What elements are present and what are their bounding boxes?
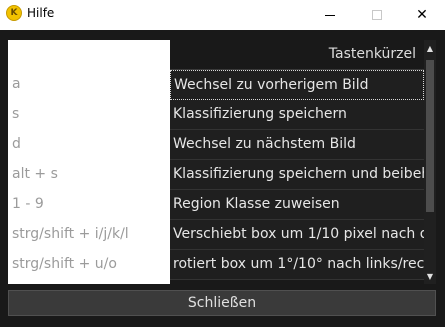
- shortcut-description: Klassifizierung speichern und beibehalte…: [173, 166, 424, 182]
- shortcut-key: alt + s: [12, 166, 58, 182]
- table-row[interactable]: d Wechsel zu nächstem Bild: [8, 130, 424, 160]
- scroll-up-arrow-icon[interactable]: ▲: [424, 40, 436, 56]
- shortcut-description: Klassifizierung speichern: [173, 106, 347, 122]
- table-row[interactable]: s Klassifizierung speichern: [8, 100, 424, 130]
- shortcut-description-cell[interactable]: Wechsel zu vorherigem Bild: [170, 70, 424, 100]
- close-icon: ✕: [416, 7, 428, 23]
- scrollbar-thumb[interactable]: [426, 60, 434, 212]
- close-window-button[interactable]: ✕: [399, 0, 445, 30]
- shortcut-description-cell[interactable]: Verschiebt box um 1/10 pixel nach oben/l…: [170, 220, 424, 250]
- title-bar: K Hilfe ✕: [0, 0, 445, 30]
- table-row[interactable]: 1 - 9 Region Klasse zuweisen: [8, 190, 424, 220]
- scroll-down-arrow-icon[interactable]: ▼: [424, 268, 436, 284]
- shortcut-description-cell[interactable]: Region Klasse zuweisen: [170, 190, 424, 220]
- vertical-scrollbar[interactable]: ▲ ▼: [424, 40, 436, 284]
- shortcut-description: Verschiebt box um 1/10 pixel nach oben/l…: [173, 226, 424, 242]
- table-row[interactable]: a Wechsel zu vorherigem Bild: [8, 70, 424, 100]
- shortcut-description: Wechsel zu nächstem Bild: [173, 136, 356, 152]
- shortcut-key: s: [12, 106, 20, 122]
- close-button[interactable]: Schließen: [8, 290, 436, 316]
- table-row[interactable]: strg/shift + i/j/k/l Verschiebt box um 1…: [8, 220, 424, 250]
- minimize-icon: [325, 14, 335, 16]
- shortcut-description: Wechsel zu vorherigem Bild: [174, 77, 369, 93]
- shortcut-key: strg/shift + i/j/k/l: [12, 226, 129, 242]
- shortcut-key: a: [12, 76, 21, 92]
- shortcut-key: strg/shift + u/o: [12, 256, 117, 272]
- shortcut-table: Tastenkürzel a Wechsel zu vorherigem Bil…: [8, 40, 436, 284]
- table-row[interactable]: alt + s Klassifizierung speichern und be…: [8, 160, 424, 190]
- shortcut-description: Region Klasse zuweisen: [173, 196, 340, 212]
- maximize-icon: [372, 10, 382, 20]
- table-header[interactable]: Tastenkürzel: [170, 40, 424, 70]
- app-logo-icon: K: [6, 5, 22, 21]
- shortcut-description-cell[interactable]: Wechsel zu nächstem Bild: [170, 130, 424, 160]
- shortcut-description-cell[interactable]: rotiert box um 1°/10° nach links/rechts: [170, 250, 424, 280]
- table-row[interactable]: strg/shift + u/o rotiert box um 1°/10° n…: [8, 250, 424, 280]
- shortcut-description-cell[interactable]: Klassifizierung speichern: [170, 100, 424, 130]
- shortcut-description-cell[interactable]: Klassifizierung speichern und beibehalte…: [170, 160, 424, 190]
- shortcut-key: d: [12, 136, 21, 152]
- shortcut-key: 1 - 9: [12, 196, 44, 212]
- dialog-content: Tastenkürzel a Wechsel zu vorherigem Bil…: [0, 30, 445, 327]
- header-label: Tastenkürzel: [328, 46, 416, 62]
- shortcut-description: rotiert box um 1°/10° nach links/rechts: [173, 256, 424, 272]
- window-title: Hilfe: [27, 6, 55, 20]
- maximize-button[interactable]: [354, 0, 400, 30]
- minimize-button[interactable]: [307, 0, 353, 30]
